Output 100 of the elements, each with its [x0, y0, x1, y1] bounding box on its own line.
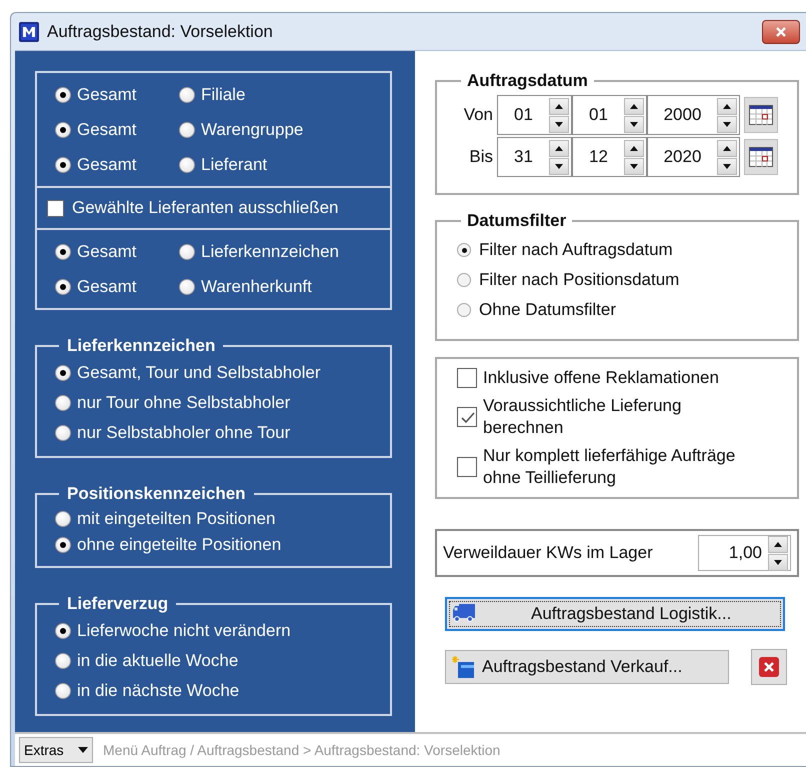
checkbox[interactable] — [457, 407, 477, 427]
radio-label: Gesamt — [77, 242, 137, 262]
spin-field[interactable]: 01 — [497, 95, 572, 135]
group-title: Auftragsdatum — [466, 71, 589, 91]
group-title: Lieferkennzeichen — [66, 336, 216, 356]
radio-button[interactable] — [457, 243, 471, 257]
group-title: Positionskennzeichen — [66, 484, 247, 504]
down-arrow-icon — [774, 560, 782, 564]
radio-button[interactable] — [179, 278, 195, 294]
radio-label: Lieferkennzeichen — [201, 242, 339, 262]
report-button[interactable]: Auftragsbestand Verkauf... — [445, 650, 729, 684]
group-title: Datumsfilter — [466, 211, 568, 231]
radio-button[interactable] — [55, 425, 71, 441]
down-arrow-icon — [723, 164, 731, 168]
down-arrow-icon — [723, 122, 731, 126]
document-icon — [452, 656, 474, 678]
breadcrumb: Menü Auftrag / Auftragsbestand > Auftragsbestand: Vorselektion — [103, 742, 500, 758]
app-icon — [19, 22, 39, 42]
radio-button[interactable] — [179, 156, 195, 172]
spin-up-button[interactable] — [717, 140, 737, 156]
spin-up-button[interactable] — [624, 140, 644, 156]
spin-up-button[interactable] — [549, 98, 569, 114]
radio-button[interactable] — [457, 273, 471, 287]
radio-button[interactable] — [55, 395, 71, 411]
radio-label: Ohne Datumsfilter — [479, 300, 616, 320]
radio-label: Gesamt — [77, 154, 137, 174]
calendar-icon — [749, 105, 773, 125]
radio-button[interactable] — [55, 86, 71, 102]
down-arrow-icon — [555, 164, 563, 168]
radio-label: in die aktuelle Woche — [77, 651, 238, 671]
radio-label: Gesamt, Tour und Selbstabholer — [77, 363, 320, 383]
caret-icon — [78, 747, 88, 753]
window-title: Auftragsbestand: Vorselektion — [47, 22, 274, 42]
spin-field[interactable]: 12 — [572, 137, 647, 177]
radio-label: Lieferwoche nicht verändern — [77, 621, 291, 641]
radio-button[interactable] — [55, 683, 71, 699]
up-arrow-icon — [630, 146, 638, 150]
close-button[interactable] — [762, 20, 800, 44]
radio-label: nur Tour ohne Selbstabholer — [77, 393, 290, 413]
radio-label: Warenherkunft — [201, 276, 312, 296]
radio-button[interactable] — [55, 653, 71, 669]
radio-label: ohne eingeteilte Positionen — [77, 535, 282, 555]
radio-label: Filiale — [201, 84, 246, 104]
cancel-button[interactable] — [751, 649, 787, 685]
radio-label: Filter nach Positionsdatum — [479, 270, 680, 290]
checkbox-label: Voraussichtliche Lieferung berechnen — [483, 395, 682, 439]
radio-label: mit eingeteilten Positionen — [77, 509, 276, 529]
checkbox-label: Inklusive offene Reklamationen — [483, 367, 719, 389]
report-button[interactable]: Auftragsbestand Logistik... — [445, 597, 785, 631]
spin-down-button[interactable] — [549, 158, 569, 174]
up-arrow-icon — [555, 104, 563, 108]
spin-down-button[interactable] — [768, 554, 788, 570]
spin-field[interactable]: 1,00 — [698, 535, 791, 571]
checkbox-label: Gewählte Lieferanten ausschließen — [72, 198, 338, 218]
truck-icon — [453, 603, 475, 625]
close-icon — [775, 26, 787, 38]
radio-button[interactable] — [55, 623, 71, 639]
spin-down-button[interactable] — [549, 116, 569, 132]
up-arrow-icon — [723, 146, 731, 150]
radio-button[interactable] — [55, 244, 71, 260]
extras-dropdown[interactable]: Extras — [19, 737, 93, 763]
spin-field[interactable]: 01 — [572, 95, 647, 135]
radio-button[interactable] — [55, 278, 71, 294]
date-label: Von — [462, 105, 494, 125]
spin-up-button[interactable] — [624, 98, 644, 114]
radio-button[interactable] — [55, 537, 71, 553]
radio-button[interactable] — [457, 303, 471, 317]
checkbox[interactable] — [47, 200, 64, 216]
spin-up-button[interactable] — [768, 536, 788, 552]
down-arrow-icon — [555, 122, 563, 126]
group-title: Lieferverzug — [66, 594, 170, 614]
spin-up-button[interactable] — [549, 140, 569, 156]
radio-button[interactable] — [55, 511, 71, 527]
down-arrow-icon — [630, 122, 638, 126]
radio-button[interactable] — [179, 122, 195, 138]
radio-button[interactable] — [55, 122, 71, 138]
spin-field[interactable]: 31 — [497, 137, 572, 177]
spin-down-button[interactable] — [624, 116, 644, 132]
spin-field[interactable]: 2000 — [647, 95, 740, 135]
up-arrow-icon — [774, 542, 782, 546]
spin-down-button[interactable] — [717, 158, 737, 174]
spin-up-button[interactable] — [717, 98, 737, 114]
date-label: Bis — [468, 147, 494, 167]
spin-down-button[interactable] — [624, 158, 644, 174]
spin-down-button[interactable] — [717, 116, 737, 132]
radio-label: nur Selbstabholer ohne Tour — [77, 423, 290, 443]
radio-label: Lieferant — [201, 154, 268, 174]
calendar-button[interactable] — [744, 97, 778, 133]
radio-label: Warengruppe — [201, 120, 304, 140]
radio-button[interactable] — [55, 156, 71, 172]
checkbox[interactable] — [457, 457, 477, 477]
calendar-button[interactable] — [744, 139, 778, 175]
radio-label: Filter nach Auftragsdatum — [479, 240, 673, 260]
radio-button[interactable] — [179, 244, 195, 260]
radio-button[interactable] — [55, 365, 71, 381]
checkbox[interactable] — [457, 368, 477, 388]
radio-label: in die nächste Woche — [77, 681, 240, 701]
radio-button[interactable] — [179, 86, 195, 102]
down-arrow-icon — [630, 164, 638, 168]
spin-field[interactable]: 2020 — [647, 137, 740, 177]
